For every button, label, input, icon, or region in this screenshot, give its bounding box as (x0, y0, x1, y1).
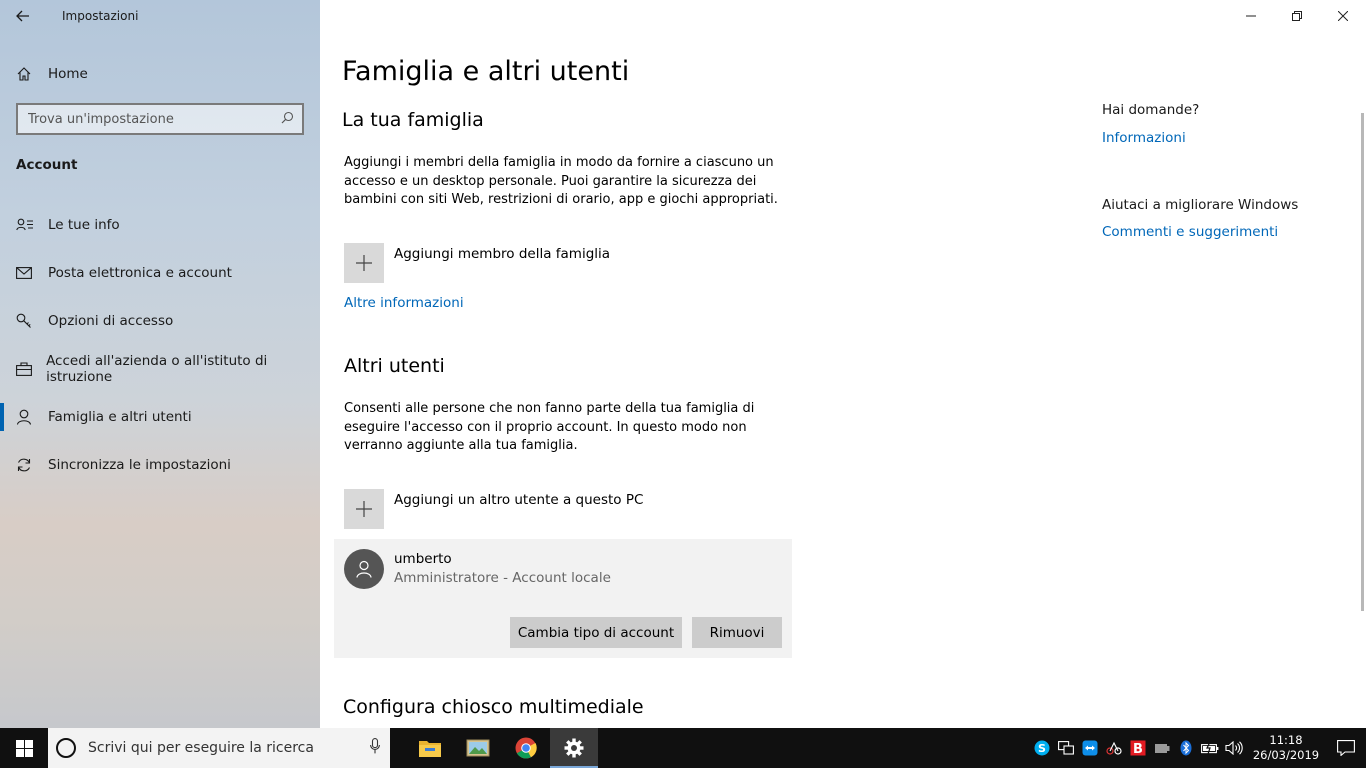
briefcase-icon (0, 362, 46, 376)
usb-icon[interactable] (1150, 728, 1174, 768)
account-nav-list: Le tue info Posta elettronica e account … (0, 201, 320, 489)
sidebar-item-work-school[interactable]: Accedi all'azienda o all'istituto di ist… (0, 345, 320, 393)
app-title: Impostazioni (62, 9, 139, 23)
sidebar-item-label: Famiglia e altri utenti (48, 409, 192, 425)
main-content: Famiglia e altri utenti La tua famiglia … (320, 0, 1366, 728)
family-description: Aggiungi i membri della famiglia in modo… (344, 155, 778, 207)
sidebar-item-label: Posta elettronica e account (48, 265, 232, 281)
microphone-icon[interactable] (360, 738, 390, 758)
questions-heading: Hai domande? (1102, 102, 1200, 118)
clock-time: 11:18 (1269, 733, 1303, 747)
avatar (344, 549, 384, 589)
home-label: Home (48, 66, 88, 82)
user-name: umberto (394, 551, 452, 567)
system-clock[interactable]: 11:18 26/03/2019 (1246, 733, 1326, 763)
settings-icon (564, 738, 584, 758)
windows-logo-icon (15, 739, 33, 757)
person-icon (0, 409, 48, 425)
plus-icon (344, 243, 384, 283)
add-family-member-label: Aggiungi membro della famiglia (394, 246, 611, 262)
skype-icon[interactable]: S (1030, 728, 1054, 768)
taskbar: Scrivi qui per eseguire la ricerca S B 1… (0, 728, 1366, 768)
sidebar-item-label: Sincronizza le impostazioni (48, 457, 231, 473)
taskbar-search-box[interactable]: Scrivi qui per eseguire la ricerca (48, 728, 390, 768)
person-list-icon (0, 218, 48, 232)
volume-icon[interactable] (1222, 728, 1246, 768)
sidebar-item-label: Opzioni di accesso (48, 313, 174, 329)
change-account-type-button[interactable]: Cambia tipo di account (510, 617, 682, 648)
file-explorer-button[interactable] (406, 728, 454, 768)
svg-text:B: B (1133, 742, 1143, 756)
home-icon (0, 66, 48, 82)
network-devices-icon[interactable] (1054, 728, 1078, 768)
photos-button[interactable] (454, 728, 502, 768)
right-panel: Hai domande? Informazioni Aiutaci a migl… (1102, 102, 1298, 240)
search-icon (281, 111, 294, 128)
settings-search-input[interactable] (28, 111, 268, 127)
add-family-member-button[interactable]: Aggiungi membro della famiglia (344, 243, 610, 283)
tool-icon[interactable] (1102, 728, 1126, 768)
taskbar-search-placeholder: Scrivi qui per eseguire la ricerca (88, 740, 314, 756)
sidebar: Impostazioni Home Account Le tue info Po… (0, 0, 320, 728)
start-button[interactable] (0, 728, 48, 768)
clock-date: 26/03/2019 (1252, 748, 1320, 762)
system-tray: S B 11:18 26/03/2019 (1030, 728, 1366, 768)
photos-icon (466, 739, 490, 757)
battery-icon[interactable] (1198, 728, 1222, 768)
cortana-icon (56, 738, 76, 758)
sidebar-item-label: Accedi all'azienda o all'istituto di ist… (46, 353, 268, 385)
back-button[interactable] (0, 0, 46, 32)
plus-icon (344, 489, 384, 529)
other-users-description: Consenti alle persone che non fanno part… (344, 401, 755, 453)
chrome-icon (515, 737, 537, 759)
title-bar: Impostazioni (0, 0, 320, 32)
sync-icon (0, 457, 48, 473)
info-link[interactable]: Informazioni (1102, 130, 1186, 146)
teamviewer-icon[interactable] (1078, 728, 1102, 768)
sidebar-item-label: Le tue info (48, 217, 120, 233)
page-title: Famiglia e altri utenti (342, 56, 630, 87)
settings-search-box[interactable] (16, 103, 304, 135)
scrollbar[interactable] (1361, 113, 1364, 611)
remove-user-button[interactable]: Rimuovi (692, 617, 782, 648)
bluetooth-icon[interactable] (1174, 728, 1198, 768)
user-role: Amministratore - Account locale (394, 570, 611, 586)
add-other-user-button[interactable]: Aggiungi un altro utente a questo PC (344, 489, 643, 529)
improve-heading: Aiutaci a migliorare Windows (1102, 197, 1299, 213)
sidebar-item-sync-settings[interactable]: Sincronizza le impostazioni (0, 441, 320, 489)
more-info-link[interactable]: Altre informazioni (344, 295, 464, 311)
feedback-link[interactable]: Commenti e suggerimenti (1102, 224, 1278, 240)
svg-text:S: S (1038, 742, 1046, 755)
back-arrow-icon (16, 10, 29, 22)
mail-icon (0, 267, 48, 279)
user-avatar-icon (356, 560, 372, 578)
taskbar-apps (392, 728, 598, 768)
add-other-user-label: Aggiungi un altro utente a questo PC (394, 492, 644, 508)
settings-button[interactable] (550, 728, 598, 768)
antivirus-icon[interactable]: B (1126, 728, 1150, 768)
sidebar-item-email-accounts[interactable]: Posta elettronica e account (0, 249, 320, 297)
action-center-button[interactable] (1326, 728, 1366, 768)
user-card-umberto[interactable]: umberto Amministratore - Account locale … (334, 539, 792, 658)
sidebar-item-your-info[interactable]: Le tue info (0, 201, 320, 249)
chrome-button[interactable] (502, 728, 550, 768)
sidebar-item-family-other-users[interactable]: Famiglia e altri utenti (0, 393, 320, 441)
key-icon (0, 313, 48, 329)
section-label-account: Account (16, 157, 78, 173)
family-heading: La tua famiglia (342, 109, 484, 131)
other-users-heading: Altri utenti (344, 355, 445, 377)
home-nav-item[interactable]: Home (0, 56, 320, 92)
file-explorer-icon (419, 741, 441, 757)
kiosk-heading: Configura chiosco multimediale (343, 696, 644, 718)
notification-icon (1337, 740, 1355, 756)
sidebar-item-sign-in-options[interactable]: Opzioni di accesso (0, 297, 320, 345)
